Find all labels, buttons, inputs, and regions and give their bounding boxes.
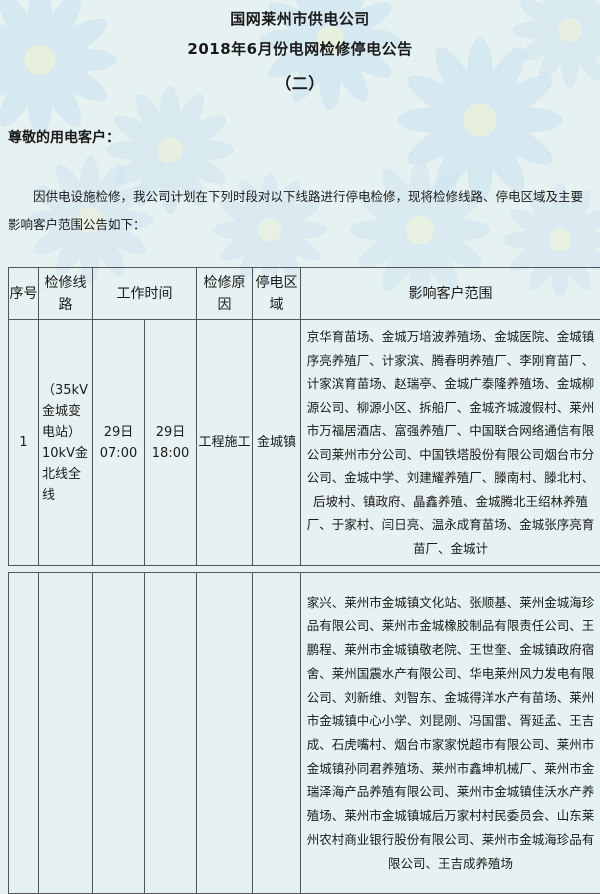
row-scope-part1: 京华育苗场、金城万培波养殖场、金城医院、金城镇序亮养殖厂、计家滨、腾春明养殖厂、… [300, 319, 600, 566]
row-start-time: 29日07:00 [92, 319, 145, 566]
row-no: 1 [8, 319, 39, 566]
greeting: 尊敬的用电客户： [8, 130, 120, 146]
header-reason: 检修原因 [196, 267, 253, 320]
row-end-time: 29日18:00 [144, 319, 197, 566]
empty-cell [196, 572, 253, 894]
header-area: 停电区域 [252, 267, 301, 320]
outage-table-part2: 家兴、莱州市金城镇文化站、张顺基、莱州金城海珍品有限公司、莱州市金城橡胶制品有限… [8, 572, 600, 894]
empty-cell [144, 572, 197, 894]
row-area: 金城镇 [252, 319, 301, 566]
row-line: （35kV金城变电站）10kV金北线全线 [38, 319, 93, 566]
intro-paragraph: 因供电设施检修，我公司计划在下列时段对以下线路进行停电检修，现将检修线路、停电区… [8, 189, 584, 232]
empty-cell [92, 572, 145, 894]
table-row-continued: 家兴、莱州市金城镇文化站、张顺基、莱州金城海珍品有限公司、莱州市金城橡胶制品有限… [8, 572, 600, 894]
empty-cell [8, 572, 39, 894]
header-scope: 影响客户范围 [300, 267, 600, 320]
notice-title: 2018年6月份电网检修停电公告 [187, 40, 413, 58]
header-no: 序号 [8, 267, 39, 320]
empty-cell [38, 572, 93, 894]
empty-cell [252, 572, 301, 894]
row-reason: 工程施工 [196, 319, 253, 566]
header-line: 检修线路 [38, 267, 93, 320]
notice-page: 国网莱州市供电公司 2018年6月份电网检修停电公告 （二） 尊敬的用电客户： … [0, 0, 600, 894]
table-row: 1 （35kV金城变电站）10kV金北线全线 29日07:00 29日18:00… [8, 319, 600, 566]
row-scope-part2: 家兴、莱州市金城镇文化站、张顺基、莱州金城海珍品有限公司、莱州市金城橡胶制品有限… [300, 572, 600, 894]
company-title: 国网莱州市供电公司 [230, 10, 370, 28]
header-time: 工作时间 [92, 267, 197, 320]
notice-subtitle: （二） [275, 74, 325, 93]
outage-table-part1: 序号 检修线路 工作时间 检修原因 停电区域 影响客户范围 1 （35kV金城变… [8, 267, 600, 566]
